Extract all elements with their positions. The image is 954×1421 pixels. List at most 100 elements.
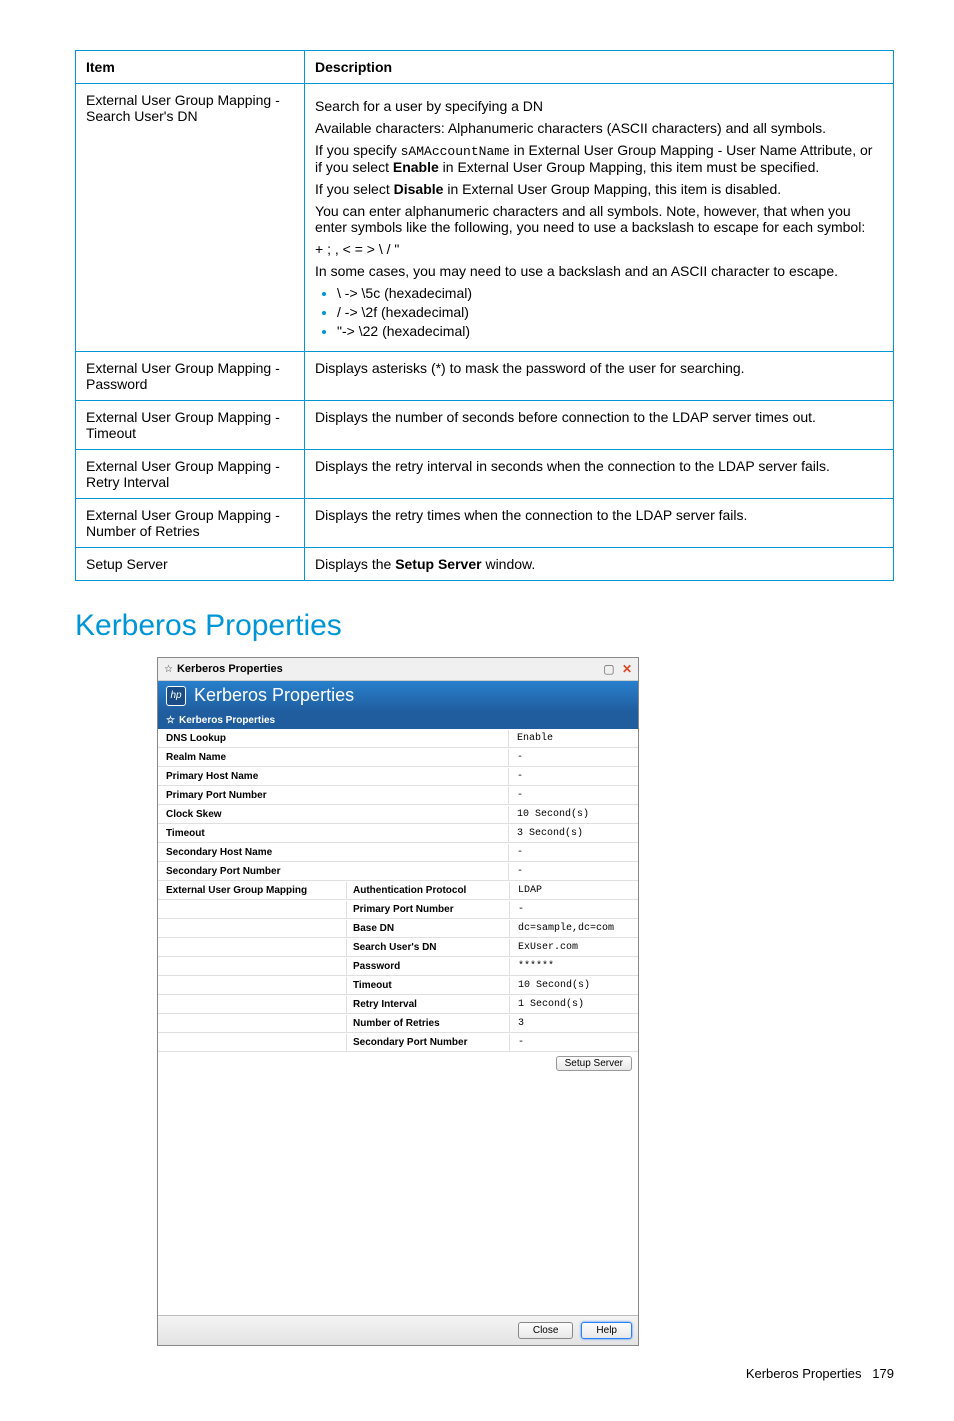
- property-value: 3 Second(s): [508, 825, 638, 842]
- dialog-subheader: ☆ Kerberos Properties: [158, 712, 638, 729]
- close-button[interactable]: Close: [518, 1322, 574, 1339]
- dialog-action-bar: Setup Server: [158, 1052, 638, 1075]
- property-row: Base DNdc=sample,dc=com: [158, 919, 638, 938]
- cell-desc: Displays the number of seconds before co…: [305, 401, 894, 450]
- property-label: Realm Name: [158, 749, 508, 766]
- desc-paragraph: In some cases, you may need to use a bac…: [315, 263, 883, 279]
- property-label: Base DN: [346, 920, 509, 937]
- help-button[interactable]: Help: [581, 1322, 632, 1339]
- property-row: DNS LookupEnable: [158, 729, 638, 748]
- property-value: -: [508, 768, 638, 785]
- maximize-icon[interactable]: ▢: [603, 662, 614, 676]
- setup-server-button[interactable]: Setup Server: [556, 1056, 632, 1071]
- dialog-body: DNS LookupEnable Realm Name- Primary Hos…: [158, 729, 638, 1052]
- property-value: 3: [509, 1015, 638, 1032]
- desc-symbols: + ; , < = > \ / ": [315, 241, 883, 257]
- property-row: Retry Interval1 Second(s): [158, 995, 638, 1014]
- property-row: Timeout3 Second(s): [158, 824, 638, 843]
- cell-item: External User Group Mapping - Timeout: [76, 401, 305, 450]
- property-label: DNS Lookup: [158, 730, 508, 747]
- collapse-icon[interactable]: ☆: [164, 664, 173, 675]
- desc-paragraph: Search for a user by specifying a DN: [315, 98, 883, 114]
- desc-list: \ -> \5c (hexadecimal) / -> \2f (hexadec…: [315, 285, 883, 339]
- property-row: Search User's DNExUser.com: [158, 938, 638, 957]
- table-row: Setup Server Displays the Setup Server w…: [76, 548, 894, 581]
- property-value: -: [508, 844, 638, 861]
- property-value: 10 Second(s): [508, 806, 638, 823]
- cell-desc: Displays the retry times when the connec…: [305, 499, 894, 548]
- property-value: 1 Second(s): [509, 996, 638, 1013]
- info-table: Item Description External User Group Map…: [75, 50, 894, 581]
- property-value: ExUser.com: [509, 939, 638, 956]
- kerberos-properties-dialog: ☆ Kerberos Properties ▢ ✕ hp Kerberos Pr…: [157, 657, 639, 1346]
- list-item: \ -> \5c (hexadecimal): [337, 285, 883, 301]
- property-label: Password: [346, 958, 509, 975]
- property-value: -: [508, 749, 638, 766]
- table-row: External User Group Mapping - Timeout Di…: [76, 401, 894, 450]
- page-footer: Kerberos Properties 179: [75, 1366, 894, 1381]
- cell-item: External User Group Mapping - Search Use…: [76, 84, 305, 352]
- property-label: Timeout: [158, 825, 508, 842]
- property-label: Primary Host Name: [158, 768, 508, 785]
- page-number: 179: [872, 1366, 894, 1381]
- property-label: Number of Retries: [346, 1015, 509, 1032]
- property-row: Primary Port Number-: [158, 900, 638, 919]
- property-label: Retry Interval: [346, 996, 509, 1013]
- list-item: / -> \2f (hexadecimal): [337, 304, 883, 320]
- property-group-label: External User Group Mapping: [158, 882, 346, 899]
- property-value: -: [509, 1034, 638, 1051]
- list-item: "-> \22 (hexadecimal): [337, 323, 883, 339]
- property-label: Search User's DN: [346, 939, 509, 956]
- table-row: External User Group Mapping - Number of …: [76, 499, 894, 548]
- cell-item: External User Group Mapping - Retry Inte…: [76, 450, 305, 499]
- collapse-icon[interactable]: ☆: [166, 715, 175, 726]
- property-row: Primary Host Name-: [158, 767, 638, 786]
- property-label: Authentication Protocol: [346, 882, 509, 899]
- cell-item: External User Group Mapping - Password: [76, 352, 305, 401]
- property-label: Secondary Port Number: [346, 1034, 509, 1051]
- dialog-button-bar: Close Help: [158, 1315, 638, 1345]
- property-row: Timeout10 Second(s): [158, 976, 638, 995]
- section-heading: Kerberos Properties: [75, 609, 894, 643]
- property-row: Clock Skew10 Second(s): [158, 805, 638, 824]
- property-row: Secondary Port Number-: [158, 1033, 638, 1052]
- cell-item: Setup Server: [76, 548, 305, 581]
- table-row: External User Group Mapping - Password D…: [76, 352, 894, 401]
- property-value: -: [509, 901, 638, 918]
- table-row: External User Group Mapping - Retry Inte…: [76, 450, 894, 499]
- property-value: Enable: [508, 730, 638, 747]
- property-label: Clock Skew: [158, 806, 508, 823]
- table-row: External User Group Mapping - Search Use…: [76, 84, 894, 352]
- footer-label: Kerberos Properties: [746, 1366, 862, 1381]
- property-label: Timeout: [346, 977, 509, 994]
- property-label: Secondary Host Name: [158, 844, 508, 861]
- cell-item: External User Group Mapping - Number of …: [76, 499, 305, 548]
- subheader-text: Kerberos Properties: [179, 715, 275, 726]
- property-value: 10 Second(s): [509, 977, 638, 994]
- property-value: dc=sample,dc=com: [509, 920, 638, 937]
- property-row: Number of Retries3: [158, 1014, 638, 1033]
- property-value: -: [508, 787, 638, 804]
- property-label: Primary Port Number: [346, 901, 509, 918]
- close-icon[interactable]: ✕: [622, 662, 632, 676]
- banner-text: Kerberos Properties: [194, 685, 354, 706]
- dialog-lower-panel: [158, 1075, 638, 1315]
- cell-desc: Displays the retry interval in seconds w…: [305, 450, 894, 499]
- property-row: Secondary Host Name-: [158, 843, 638, 862]
- property-label: Primary Port Number: [158, 787, 508, 804]
- header-item: Item: [76, 51, 305, 84]
- property-row: Secondary Port Number-: [158, 862, 638, 881]
- desc-paragraph: If you select Disable in External User G…: [315, 181, 883, 197]
- cell-desc: Displays the Setup Server window.: [305, 548, 894, 581]
- header-description: Description: [305, 51, 894, 84]
- hp-logo-icon: hp: [166, 686, 186, 706]
- property-row: Password******: [158, 957, 638, 976]
- property-value: -: [508, 863, 638, 880]
- property-label: Secondary Port Number: [158, 863, 508, 880]
- dialog-banner: hp Kerberos Properties: [158, 681, 638, 712]
- desc-paragraph: If you specify sAMAccountName in Externa…: [315, 142, 883, 175]
- property-row: Realm Name-: [158, 748, 638, 767]
- cell-desc: Search for a user by specifying a DN Ava…: [305, 84, 894, 352]
- dialog-title: Kerberos Properties: [177, 663, 603, 675]
- property-value: LDAP: [509, 882, 638, 899]
